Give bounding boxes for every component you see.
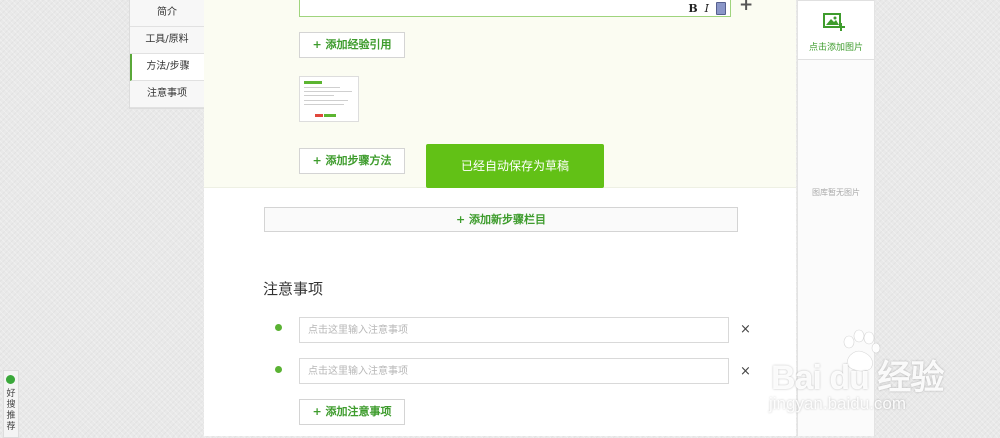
recommend-side-tab[interactable]: 好搜推荐 [3,370,19,438]
note-input-1[interactable] [299,317,729,343]
add-step-method-button[interactable]: + 添加步骤方法 [299,148,405,174]
image-library-empty-text: 图库暂无图片 [812,188,860,197]
italic-button[interactable]: I [705,2,709,15]
add-picture-icon [823,13,845,31]
editor-main-panel: B I + + 添加经验引用 + 添加步骤方法 已经自动保存为草稿 + 添加新步… [204,0,796,436]
nav-item-tools-materials[interactable]: 工具/原料 [130,27,204,54]
add-note-button[interactable]: + 添加注意事项 [299,399,405,425]
insert-image-icon[interactable] [716,1,726,15]
note-input-2[interactable] [299,358,729,384]
image-library-panel: 点击添加图片 图库暂无图片 [797,0,875,436]
add-reference-button[interactable]: + 添加经验引用 [299,32,405,58]
bold-button[interactable]: B [688,2,697,15]
autosave-toast: 已经自动保存为草稿 [426,144,604,188]
add-image-button[interactable]: 点击添加图片 [798,0,874,60]
nav-item-notes[interactable]: 注意事项 [130,81,204,108]
note-bullet-icon [275,324,282,331]
step-text-editor[interactable]: B I [299,0,731,17]
step-image-thumbnail[interactable] [299,76,359,122]
note-bullet-icon [275,366,282,373]
notes-section-title: 注意事项 [263,280,324,298]
editor-toolbar: B I [688,0,726,16]
add-block-plus-icon[interactable]: + [739,0,753,15]
recommend-side-tab-label: 好搜推荐 [6,389,16,432]
add-image-label: 点击添加图片 [808,43,863,53]
nav-item-intro[interactable]: 简介 [130,0,204,27]
remove-note-2-icon[interactable]: × [740,364,751,379]
add-new-step-section-button[interactable]: + 添加新步骤栏目 [264,207,738,232]
outline-nav: 简介 工具/原料 方法/步骤 注意事项 [129,0,205,109]
status-dot-icon [6,375,15,384]
nav-item-methods-steps[interactable]: 方法/步骤 [130,54,204,81]
remove-note-1-icon[interactable]: × [740,322,751,337]
